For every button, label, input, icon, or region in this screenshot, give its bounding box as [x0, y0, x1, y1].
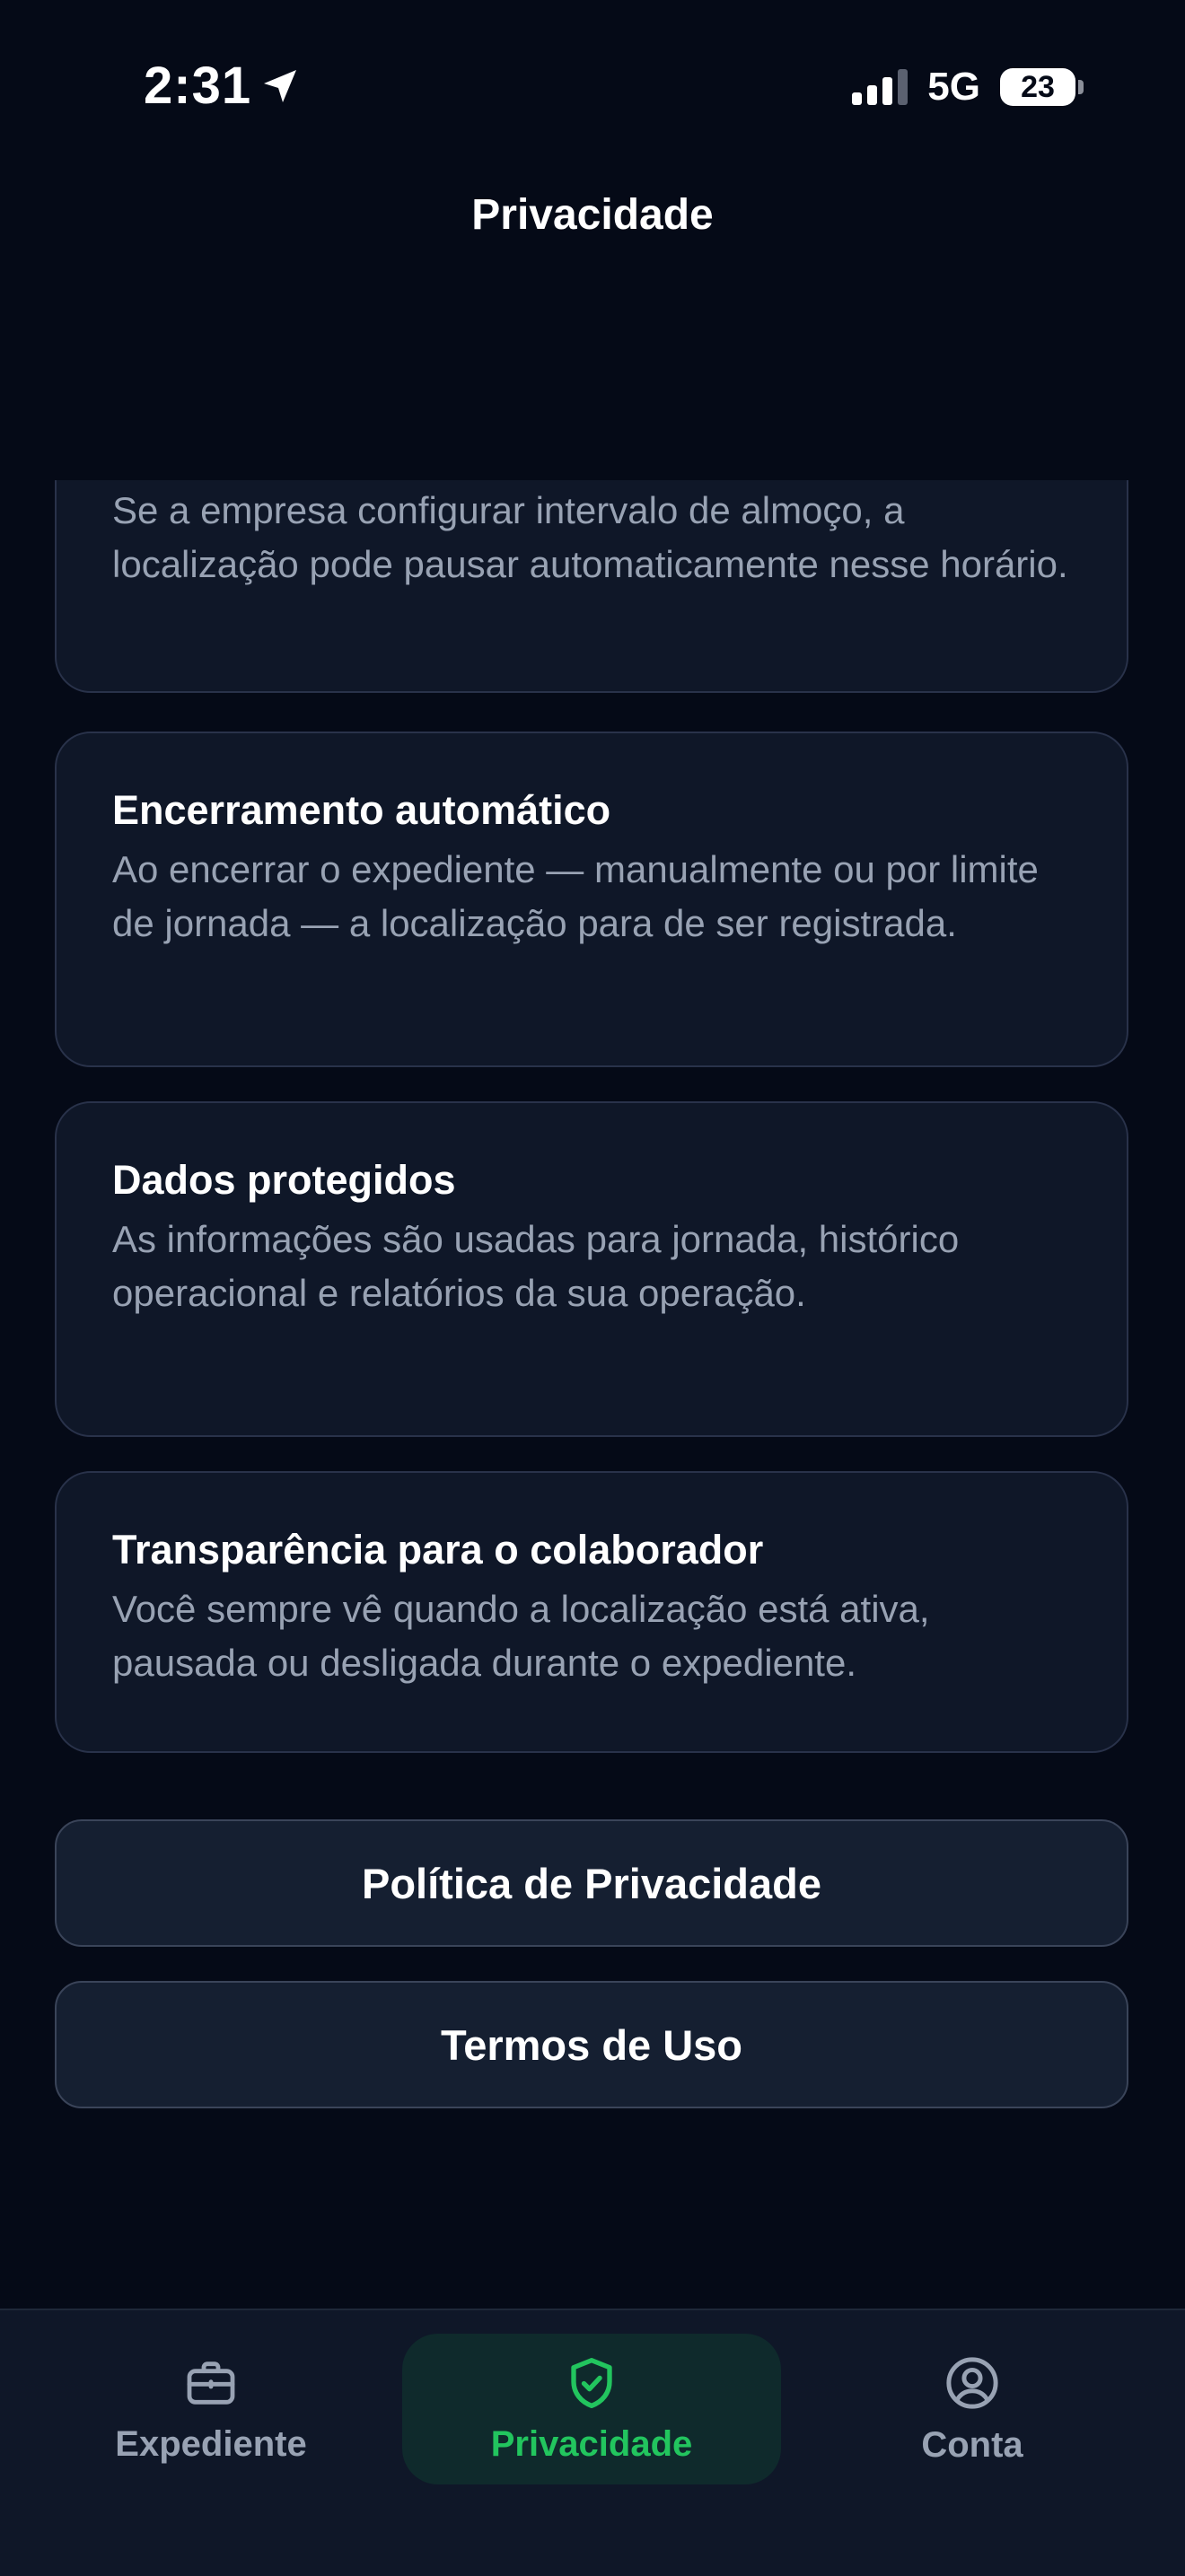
tab-label: Privacidade	[490, 2423, 693, 2464]
info-card-text: Ao encerrar o expediente — manualmente o…	[112, 848, 1039, 944]
info-card-lunch-break: Se a empresa configurar intervalo de alm…	[55, 480, 1128, 693]
tab-privacidade[interactable]: Privacidade	[402, 2334, 781, 2484]
terms-of-use-button[interactable]: Termos de Uso	[55, 1981, 1128, 2108]
tab-bar: Expediente Privacidade Conta	[0, 2309, 1185, 2576]
info-card-text: Se a empresa configurar intervalo de alm…	[112, 489, 1068, 585]
info-card-title: Transparência para o colaborador	[112, 1527, 764, 1573]
content-scroll-area[interactable]: Se a empresa configurar intervalo de alm…	[0, 480, 1185, 2266]
info-card-transparency: Transparência para o colaborador Você se…	[55, 1471, 1128, 1753]
tab-label: Conta	[921, 2424, 1023, 2465]
info-card-title: Encerramento automático	[112, 787, 611, 833]
page-title: Privacidade	[471, 191, 714, 239]
privacy-policy-button[interactable]: Política de Privacidade	[55, 1819, 1128, 1947]
battery-icon: 23	[1000, 68, 1084, 106]
info-card-text: As informações são usadas para jornada, …	[112, 1218, 960, 1314]
signal-icon	[852, 69, 908, 105]
network-type: 5G	[927, 65, 980, 109]
status-time: 2:31	[144, 56, 302, 116]
user-circle-icon	[946, 2356, 998, 2409]
status-indicators: 5G 23	[852, 65, 1084, 110]
status-bar: 2:31 5G 23	[0, 0, 1185, 171]
briefcase-icon	[187, 2361, 235, 2405]
info-card-protected-data: Dados protegidos As informações são usad…	[55, 1101, 1128, 1437]
tab-conta[interactable]: Conta	[783, 2334, 1162, 2484]
tab-label: Expediente	[115, 2423, 307, 2464]
tab-expediente[interactable]: Expediente	[22, 2334, 400, 2484]
info-card-title: Dados protegidos	[112, 1157, 456, 1203]
info-card-auto-shutdown: Encerramento automático Ao encerrar o ex…	[55, 732, 1128, 1067]
battery-level: 23	[1021, 69, 1055, 104]
status-time-text: 2:31	[144, 57, 252, 115]
location-arrow-icon	[264, 69, 297, 102]
shield-check-icon	[571, 2357, 612, 2408]
info-card-text: Você sempre vê quando a localização está…	[112, 1588, 930, 1684]
